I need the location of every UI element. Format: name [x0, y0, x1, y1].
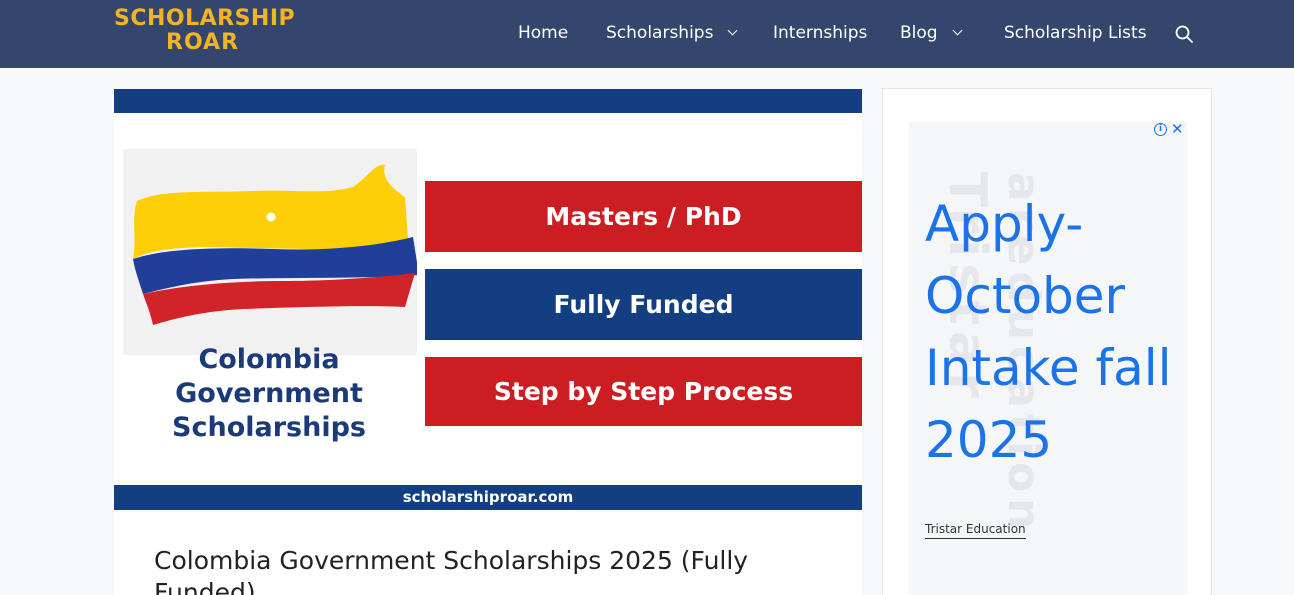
nav-scholarships[interactable]: Scholarships [606, 23, 738, 43]
logo-text-line2: ROAR [166, 30, 240, 55]
bar-fully-funded: Fully Funded [425, 269, 862, 340]
top-band [114, 89, 862, 113]
nav-internships-label: Internships [773, 23, 868, 43]
article-title: Colombia Government Scholarships 2025 (F… [154, 546, 749, 595]
sidebar: Tristar areducation Apply- October Intak… [882, 88, 1212, 595]
site-url-band: scholarshiproar.com [114, 485, 862, 510]
ad-brand-link[interactable]: Tristar Education [925, 522, 1026, 539]
ad-headline[interactable]: Apply- October Intake fall 2025 [925, 188, 1185, 476]
nav-internships[interactable]: Internships [773, 23, 867, 43]
logo-text-line1: SCHOLARSHIP [114, 6, 296, 31]
nav-scholarship-lists-label: Scholarship Lists [1004, 23, 1147, 43]
colombia-flag-icon [133, 164, 417, 325]
featured-image[interactable]: Colombia Government Scholarships Masters… [114, 89, 862, 510]
flag-title: Colombia Government Scholarships [172, 344, 366, 443]
site-logo[interactable]: SCHOLARSHIP ROAR [114, 6, 295, 55]
nav-scholarship-lists[interactable]: Scholarship Lists [1004, 23, 1147, 43]
nav-blog[interactable]: Blog [900, 23, 963, 43]
site-header: SCHOLARSHIP ROAR Home Scholarships Inter… [0, 0, 1294, 68]
info-icon[interactable]: i [1154, 123, 1167, 136]
chevron-down-icon [952, 25, 963, 36]
article-card: Colombia Government Scholarships Masters… [114, 89, 862, 595]
nav-home[interactable]: Home [518, 23, 568, 43]
bar-step-by-step: Step by Step Process [425, 357, 862, 426]
advertisement[interactable]: Tristar areducation Apply- October Intak… [909, 122, 1187, 595]
chevron-down-icon [728, 25, 738, 36]
close-icon[interactable]: ✕ [1171, 120, 1184, 138]
bar-masters-phd: Masters / PhD [425, 181, 862, 252]
search-icon[interactable] [1175, 25, 1193, 43]
nav-home-label: Home [518, 23, 569, 43]
nav-scholarships-label: Scholarships [606, 23, 714, 43]
nav-blog-label: Blog [900, 23, 938, 43]
